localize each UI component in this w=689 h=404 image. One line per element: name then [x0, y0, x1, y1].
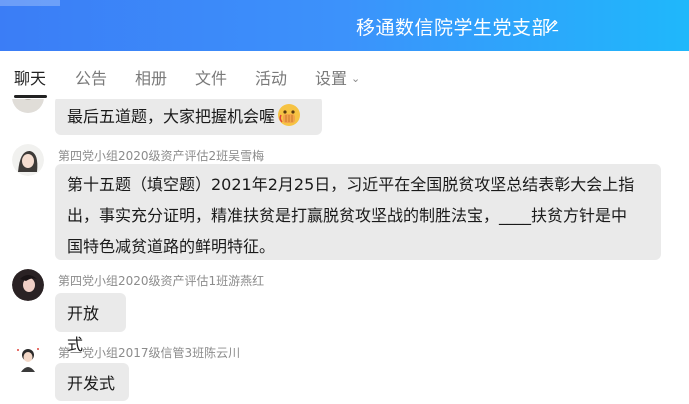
- message-bubble[interactable]: 第十五题（填空题）2021年2月25日，习近平在全国脱贫攻坚总结表彰大会上指 出…: [55, 164, 661, 260]
- sender-name: 第四党小组2020级资产评估2班吴雪梅: [58, 149, 265, 163]
- tab-announcements[interactable]: 公告: [75, 65, 107, 89]
- pencil-icon[interactable]: [545, 17, 560, 32]
- avatar[interactable]: [12, 99, 44, 113]
- chat-message-list[interactable]: 最后五道题，大家把握机会喔 第四党小组2020级资产评估2班吴雪梅 第十五题（填…: [0, 99, 689, 404]
- message-bubble[interactable]: 最后五道题，大家把握机会喔: [55, 99, 322, 135]
- tab-activities[interactable]: 活动: [255, 65, 287, 89]
- tab-bar: 聊天 公告 相册 文件 活动 设置 ⌄: [0, 51, 689, 100]
- message-bubble[interactable]: 开放式: [55, 293, 126, 354]
- message-text-line: 出，事实充分证明，精准扶贫是打赢脱贫攻坚战的制胜法宝，____扶贫方针是中: [67, 206, 628, 225]
- tab-album[interactable]: 相册: [135, 65, 167, 89]
- active-tab-indicator: [14, 95, 47, 98]
- title-bar: 移通数信院学生党支部: [0, 0, 689, 51]
- avatar[interactable]: [12, 269, 44, 301]
- tab-settings[interactable]: 设置 ⌄: [315, 65, 360, 89]
- chevron-down-icon: ⌄: [351, 72, 361, 85]
- message-text: 开发式: [67, 374, 116, 393]
- message-bubble[interactable]: 开发式: [55, 363, 129, 401]
- window-edge: [0, 0, 60, 6]
- fist-face-emoji: [278, 104, 301, 126]
- sender-name: 第一党小组2017级信管3班陈云川: [58, 346, 241, 360]
- message-text: 最后五道题，大家把握机会喔: [67, 107, 276, 126]
- sender-name: 第四党小组2020级资产评估1班游燕红: [58, 274, 265, 288]
- group-title: 移通数信院学生党支部: [356, 17, 552, 39]
- tab-chat[interactable]: 聊天: [14, 65, 46, 89]
- message-text-line: 国特色减贫道路的鲜明特征。: [67, 237, 276, 256]
- message-text-line: 第十五题（填空题）2021年2月25日，习近平在全国脱贫攻坚总结表彰大会上指: [67, 175, 635, 194]
- avatar[interactable]: [12, 342, 44, 374]
- tab-settings-label: 设置: [315, 69, 348, 88]
- avatar[interactable]: [12, 144, 44, 176]
- tab-files[interactable]: 文件: [195, 65, 227, 89]
